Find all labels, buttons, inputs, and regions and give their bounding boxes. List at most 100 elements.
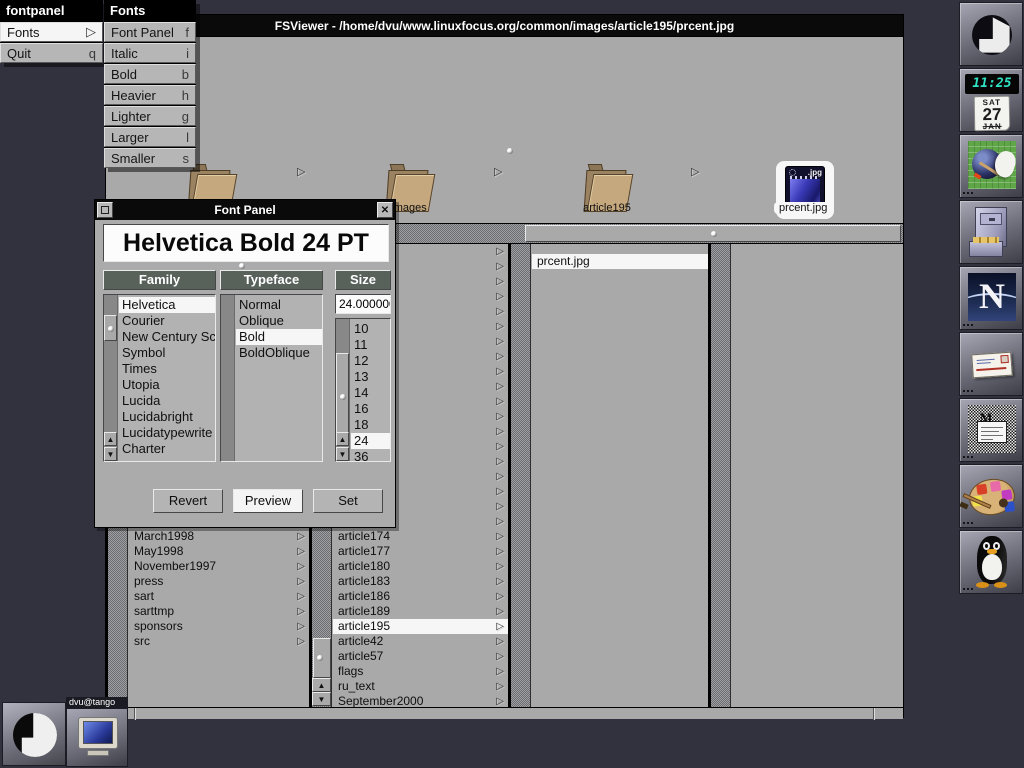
scroll-up-icon[interactable]: ▲ bbox=[104, 432, 117, 446]
menu-item-font-panel[interactable]: Font Panelf bbox=[104, 22, 196, 42]
row-arrow-icon: ▷ bbox=[496, 424, 504, 439]
list-item-lucidatypewrite[interactable]: Lucidatypewrite bbox=[119, 425, 215, 441]
browser-row-article189[interactable]: article189▷ bbox=[333, 604, 508, 619]
menu-shortcut: b bbox=[182, 67, 189, 82]
browser-row-prcent.jpg[interactable]: prcent.jpg bbox=[532, 254, 708, 269]
preview-button[interactable]: Preview bbox=[233, 489, 303, 513]
menu-item-italic[interactable]: Italici bbox=[104, 43, 196, 63]
list-item-lucida[interactable]: Lucida bbox=[119, 393, 215, 409]
window-title: FSViewer - /home/dvu/www.linuxfocus.org/… bbox=[275, 19, 734, 33]
scroll-down-icon[interactable]: ▼ bbox=[336, 447, 349, 461]
list-item-helvetica[interactable]: Helvetica bbox=[119, 297, 215, 313]
list-item-18[interactable]: 18 bbox=[351, 417, 390, 433]
browser-row-article195[interactable]: article195▷ bbox=[333, 619, 508, 634]
browser-row-november1997[interactable]: November1997▷ bbox=[129, 559, 309, 574]
size-scrollbar[interactable]: ▲ ▼ bbox=[336, 319, 350, 461]
browser-row-press[interactable]: press▷ bbox=[129, 574, 309, 589]
list-item-times[interactable]: Times bbox=[119, 361, 215, 377]
scroll-up-icon[interactable]: ▲ bbox=[312, 678, 331, 692]
list-item-13[interactable]: 13 bbox=[351, 369, 390, 385]
list-item-16[interactable]: 16 bbox=[351, 401, 390, 417]
list-item-bold[interactable]: Bold bbox=[236, 329, 322, 345]
list-item-normal[interactable]: Normal bbox=[236, 297, 322, 313]
dock-tile-mail[interactable] bbox=[959, 332, 1023, 396]
set-button[interactable]: Set bbox=[313, 489, 383, 513]
list-item-36[interactable]: 36 bbox=[351, 449, 390, 461]
row-arrow-icon: ▷ bbox=[496, 304, 504, 319]
menu-item-quit[interactable]: Quitq bbox=[0, 43, 103, 63]
scroll-up-icon[interactable]: ▲ bbox=[336, 432, 349, 446]
list-item-boldoblique[interactable]: BoldOblique bbox=[236, 345, 322, 361]
scroll-down-icon[interactable]: ▼ bbox=[104, 447, 117, 461]
list-item-10[interactable]: 10 bbox=[351, 321, 390, 337]
panel-resize-dimple[interactable] bbox=[239, 263, 245, 269]
list-item-utopia[interactable]: Utopia bbox=[119, 377, 215, 393]
close-icon[interactable]: ✕ bbox=[377, 202, 393, 218]
dock-tile-theme-painter[interactable] bbox=[959, 134, 1023, 198]
browser-row-ru_text[interactable]: ru_text▷ bbox=[333, 679, 508, 694]
font-panel-titlebar[interactable]: Font Panel ✕ bbox=[95, 200, 395, 220]
browser-row-article177[interactable]: article177▷ bbox=[333, 544, 508, 559]
list-item-14[interactable]: 14 bbox=[351, 385, 390, 401]
menu-item-bold[interactable]: Boldb bbox=[104, 64, 196, 84]
list-item-oblique[interactable]: Oblique bbox=[236, 313, 322, 329]
browser-row-sart[interactable]: sart▷ bbox=[129, 589, 309, 604]
size-scroll-knob[interactable] bbox=[336, 353, 349, 439]
shelf-resize-dimple[interactable] bbox=[507, 148, 513, 154]
menu-item-larger[interactable]: Largerl bbox=[104, 127, 196, 147]
dock-tile-windowmaker[interactable] bbox=[959, 2, 1023, 66]
menu-item-fonts[interactable]: Fonts▷ bbox=[0, 22, 103, 42]
browser-row-article186[interactable]: article186▷ bbox=[333, 589, 508, 604]
dock-tile-exmh[interactable]: M bbox=[959, 398, 1023, 462]
scroll-down-icon[interactable]: ▼ bbox=[312, 692, 331, 706]
browser-row-article180[interactable]: article180▷ bbox=[333, 559, 508, 574]
family-scrollbar[interactable]: ▲ ▼ bbox=[104, 295, 118, 461]
workspace-clip[interactable] bbox=[2, 702, 66, 766]
menu-item-heavier[interactable]: Heavierh bbox=[104, 85, 196, 105]
browser-row-march1998[interactable]: March1998▷ bbox=[129, 529, 309, 544]
window-titlebar[interactable]: FSViewer - /home/dvu/www.linuxfocus.org/… bbox=[106, 15, 903, 37]
browser-row-september2000[interactable]: September2000▷ bbox=[333, 694, 508, 707]
column-scrollbar[interactable] bbox=[711, 244, 731, 707]
column-scrollbar[interactable] bbox=[511, 244, 531, 707]
dock-tile-file-cabinet[interactable] bbox=[959, 200, 1023, 264]
menu-item-smaller[interactable]: Smallers bbox=[104, 148, 196, 168]
typeface-scrollbar[interactable] bbox=[221, 295, 235, 461]
menu-shortcut: g bbox=[182, 109, 189, 124]
list-item-charter[interactable]: Charter bbox=[119, 441, 215, 457]
size-input[interactable]: 24.000000 bbox=[335, 294, 391, 314]
list-item-new century sc[interactable]: New Century Sc bbox=[119, 329, 215, 345]
row-arrow-icon: ▷ bbox=[496, 484, 504, 499]
browser-row-may1998[interactable]: May1998▷ bbox=[129, 544, 309, 559]
browser-row-article57[interactable]: article57▷ bbox=[333, 649, 508, 664]
browser-row-flags[interactable]: flags▷ bbox=[333, 664, 508, 679]
fontpanel-menu-title[interactable]: fontpanel bbox=[0, 0, 103, 21]
list-item-12[interactable]: 12 bbox=[351, 353, 390, 369]
menu-item-lighter[interactable]: Lighterg bbox=[104, 106, 196, 126]
browser-row-article174[interactable]: article174▷ bbox=[333, 529, 508, 544]
dock-tile-netscape[interactable]: N bbox=[959, 266, 1023, 330]
list-item-courier[interactable]: Courier bbox=[119, 313, 215, 329]
dock-tile-clock[interactable]: 11:25 SAT 27 JAN bbox=[959, 68, 1023, 132]
window-resize-bar[interactable] bbox=[106, 707, 903, 719]
submenu-arrow-icon: ▷ bbox=[86, 24, 96, 40]
revert-button[interactable]: Revert bbox=[153, 489, 223, 513]
miniaturize-button[interactable] bbox=[97, 202, 113, 218]
browser-row-article42[interactable]: article42▷ bbox=[333, 634, 508, 649]
browser-row-article183[interactable]: article183▷ bbox=[333, 574, 508, 589]
list-item-symbol[interactable]: Symbol bbox=[119, 345, 215, 361]
horizontal-scroll-knob[interactable] bbox=[525, 225, 901, 242]
list-item-11[interactable]: 11 bbox=[351, 337, 390, 353]
fonts-submenu-title[interactable]: Fonts bbox=[104, 0, 196, 21]
row-label: article186 bbox=[338, 589, 390, 603]
row-arrow-icon: ▷ bbox=[496, 634, 504, 649]
dock-tile-paint-palette[interactable] bbox=[959, 464, 1023, 528]
miniaturized-terminal-window[interactable]: dvu@tango bbox=[66, 697, 128, 767]
list-item-24[interactable]: 24 bbox=[351, 433, 390, 449]
browser-row-sarttmp[interactable]: sarttmp▷ bbox=[129, 604, 309, 619]
browser-row-sponsors[interactable]: sponsors▷ bbox=[129, 619, 309, 634]
dock-tile-penguin[interactable] bbox=[959, 530, 1023, 594]
family-scroll-knob[interactable] bbox=[104, 315, 117, 341]
list-item-lucidabright[interactable]: Lucidabright bbox=[119, 409, 215, 425]
browser-row-src[interactable]: src▷ bbox=[129, 634, 309, 649]
